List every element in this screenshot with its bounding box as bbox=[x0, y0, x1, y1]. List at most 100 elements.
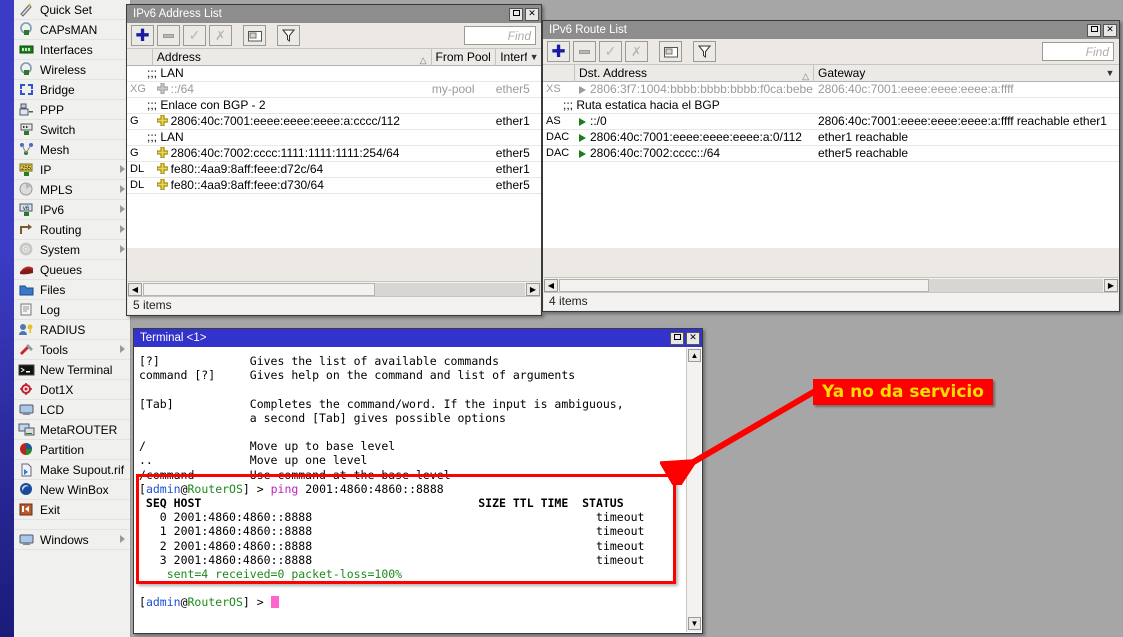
sidebar-item-files[interactable]: Files bbox=[14, 280, 130, 300]
terminal-window[interactable]: Terminal <1> ✕ [?] Gives the list of ava… bbox=[133, 328, 703, 634]
menu-item-label: CAPsMAN bbox=[40, 23, 97, 37]
address-icon bbox=[157, 115, 168, 126]
route-horizontal-scrollbar[interactable]: ◀ ▶ bbox=[544, 277, 1118, 292]
scroll-left-icon[interactable]: ◀ bbox=[128, 283, 142, 296]
search-input[interactable]: Find bbox=[464, 26, 536, 45]
ipv6-address-list-window[interactable]: IPv6 Address List ✕ ✚ ✓ ✗ Find Address △… bbox=[126, 4, 542, 316]
scroll-down-icon[interactable]: ▼ bbox=[688, 617, 701, 630]
sidebar-item-tools[interactable]: Tools bbox=[14, 340, 130, 360]
enable-button[interactable]: ✓ bbox=[183, 25, 206, 46]
close-icon[interactable]: ✕ bbox=[1103, 24, 1117, 37]
add-button[interactable]: ✚ bbox=[547, 41, 570, 62]
filter-button[interactable] bbox=[693, 41, 716, 62]
sidebar-item-exit[interactable]: Exit bbox=[14, 500, 130, 520]
scroll-up-icon[interactable]: ▲ bbox=[688, 349, 701, 362]
remove-button[interactable] bbox=[157, 25, 180, 46]
column-header-address[interactable]: Address △ bbox=[153, 49, 432, 66]
sidebar-item-windows[interactable]: Windows bbox=[14, 530, 130, 550]
comment-button[interactable] bbox=[659, 41, 682, 62]
maximize-button[interactable] bbox=[1087, 24, 1101, 37]
scroll-right-icon[interactable]: ▶ bbox=[1104, 279, 1118, 292]
enable-button[interactable]: ✓ bbox=[599, 41, 622, 62]
table-row[interactable]: G 2806:40c:7002:cccc:1111:1111:1111:254/… bbox=[127, 146, 541, 162]
column-header-dst-address[interactable]: Dst. Address △ bbox=[575, 65, 814, 82]
add-button[interactable]: ✚ bbox=[131, 25, 154, 46]
sidebar-item-new-winbox[interactable]: New WinBox bbox=[14, 480, 130, 500]
sidebar-item-bridge[interactable]: Bridge bbox=[14, 80, 130, 100]
terminal-final-prompt: [admin@RouterOS] > bbox=[139, 595, 279, 609]
table-row[interactable]: DL fe80::4aa9:8aff:feee:d72c/64 ether1 bbox=[127, 162, 541, 178]
table-comment-row[interactable]: ;;; Ruta estatica hacia el BGP bbox=[543, 98, 1119, 114]
menu-item-label: MetaROUTER bbox=[40, 423, 117, 437]
scroll-left-icon[interactable]: ◀ bbox=[544, 279, 558, 292]
sidebar-item-ipv6[interactable]: v6IPv6 bbox=[14, 200, 130, 220]
route-window-titlebar[interactable]: IPv6 Route List ✕ bbox=[543, 21, 1119, 39]
sidebar-item-log[interactable]: Log bbox=[14, 300, 130, 320]
submenu-arrow-icon bbox=[120, 345, 125, 353]
terminal-help-0: [?] Gives the list of available commands bbox=[139, 354, 499, 368]
filter-button[interactable] bbox=[277, 25, 300, 46]
table-row[interactable]: XS 2806:3f7:1004:bbbb:bbbb:bbbb:f0ca:beb… bbox=[543, 82, 1119, 98]
remove-button[interactable] bbox=[573, 41, 596, 62]
sidebar-item-ppp[interactable]: PPP bbox=[14, 100, 130, 120]
disable-button[interactable]: ✗ bbox=[209, 25, 232, 46]
table-row[interactable]: G 2806:40c:7001:eeee:eeee:eeee:a:cccc/11… bbox=[127, 114, 541, 130]
switch-icon bbox=[18, 122, 35, 137]
terminal-help-1: command [?] Gives help on the command an… bbox=[139, 368, 575, 382]
sidebar-item-new-terminal[interactable]: New Terminal bbox=[14, 360, 130, 380]
sidebar-item-mpls[interactable]: MPLS bbox=[14, 180, 130, 200]
table-row[interactable]: DAC 2806:40c:7002:cccc::/64 ether5 reach… bbox=[543, 146, 1119, 162]
sidebar-item-mesh[interactable]: Mesh bbox=[14, 140, 130, 160]
column-header-from-pool[interactable]: From Pool bbox=[432, 49, 497, 66]
sidebar-item-interfaces[interactable]: Interfaces bbox=[14, 40, 130, 60]
chevron-down-icon[interactable]: ▼ bbox=[527, 52, 541, 62]
sidebar-item-lcd[interactable]: LCD bbox=[14, 400, 130, 420]
address-horizontal-scrollbar[interactable]: ◀ ▶ bbox=[128, 281, 540, 296]
close-icon[interactable]: ✕ bbox=[525, 8, 539, 21]
column-header-flags[interactable] bbox=[127, 49, 153, 66]
system-icon bbox=[18, 242, 35, 257]
sidebar-item-partition[interactable]: Partition bbox=[14, 440, 130, 460]
sidebar-item-wireless[interactable]: Wireless bbox=[14, 60, 130, 80]
table-comment-row[interactable]: ;;; LAN bbox=[127, 66, 541, 82]
ipv6-route-list-window[interactable]: IPv6 Route List ✕ ✚ ✓ ✗ Find Dst. Addres… bbox=[542, 20, 1120, 312]
sidebar-item-switch[interactable]: Switch bbox=[14, 120, 130, 140]
sidebar-item-dot1x[interactable]: Dot1X bbox=[14, 380, 130, 400]
column-header-flags[interactable] bbox=[543, 65, 575, 82]
disable-button[interactable]: ✗ bbox=[625, 41, 648, 62]
scroll-right-icon[interactable]: ▶ bbox=[526, 283, 540, 296]
close-icon[interactable]: ✕ bbox=[686, 332, 700, 345]
table-row[interactable]: AS ::/0 2806:40c:7001:eeee:eeee:eeee:a:f… bbox=[543, 114, 1119, 130]
table-row[interactable]: DL fe80::4aa9:8aff:feee:d730/64 ether5 bbox=[127, 178, 541, 194]
maximize-button[interactable] bbox=[509, 8, 523, 21]
table-row[interactable]: DAC 2806:40c:7001:eeee:eeee:eeee:a:0/112… bbox=[543, 130, 1119, 146]
terminal-titlebar[interactable]: Terminal <1> ✕ bbox=[134, 329, 702, 347]
column-header-interface[interactable]: Interf bbox=[496, 49, 527, 66]
sidebar-item-routing[interactable]: Routing bbox=[14, 220, 130, 240]
terminal-prompt-line: [admin@RouterOS] > ping 2001:4860:4860::… bbox=[139, 482, 444, 496]
prompt-host: RouterOS bbox=[188, 482, 243, 496]
search-input[interactable]: Find bbox=[1042, 42, 1114, 61]
sidebar-item-ip[interactable]: 255IP bbox=[14, 160, 130, 180]
prompt-user: admin bbox=[146, 482, 181, 496]
terminal-output[interactable]: [?] Gives the list of available commands… bbox=[135, 348, 686, 632]
table-comment-row[interactable]: ;;; Enlace con BGP - 2 bbox=[127, 98, 541, 114]
maximize-button[interactable] bbox=[670, 332, 684, 345]
sidebar-item-queues[interactable]: Queues bbox=[14, 260, 130, 280]
sidebar-item-make-supout-rif[interactable]: Make Supout.rif bbox=[14, 460, 130, 480]
sidebar-item-radius[interactable]: RADIUS bbox=[14, 320, 130, 340]
sidebar-item-capsman[interactable]: CAPsMAN bbox=[14, 20, 130, 40]
comment-button[interactable] bbox=[243, 25, 266, 46]
sidebar-item-metarouter[interactable]: MetaROUTER bbox=[14, 420, 130, 440]
column-header-gateway[interactable]: Gateway bbox=[814, 65, 1103, 82]
scrollbar-thumb[interactable] bbox=[143, 283, 375, 296]
chevron-down-icon[interactable]: ▼ bbox=[1103, 68, 1117, 78]
sidebar-item-system[interactable]: System bbox=[14, 240, 130, 260]
table-comment-row[interactable]: ;;; LAN bbox=[127, 130, 541, 146]
scrollbar-thumb[interactable] bbox=[559, 279, 929, 292]
terminal-vertical-scrollbar[interactable]: ▲ ▼ bbox=[686, 348, 701, 632]
address-window-titlebar[interactable]: IPv6 Address List ✕ bbox=[127, 5, 541, 23]
table-row[interactable]: XG ::/64 my-pool ether5 bbox=[127, 82, 541, 98]
sidebar-item-quick-set[interactable]: Quick Set bbox=[14, 0, 130, 20]
menu-item-label: Dot1X bbox=[40, 383, 73, 397]
